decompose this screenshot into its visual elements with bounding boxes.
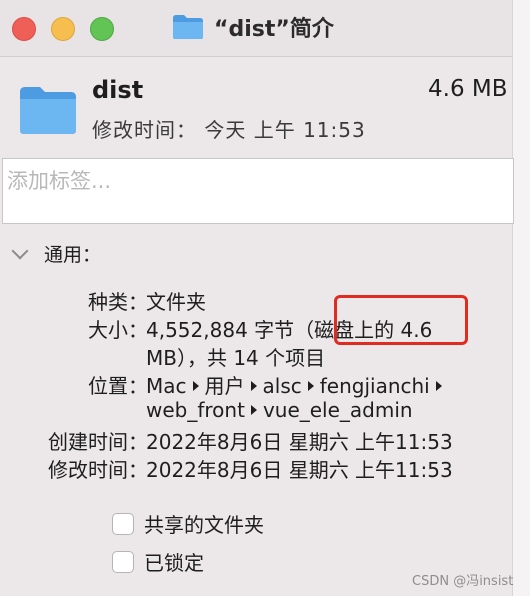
path-arrow-icon — [250, 381, 257, 391]
where-path-line1: Mac 用户 alsc fengjianchi — [146, 370, 448, 399]
shared-folder-option[interactable]: 共享的文件夹 — [112, 509, 264, 538]
folder-icon — [20, 87, 76, 134]
path-segment: web_front — [146, 398, 245, 422]
kind-label: 种类： — [88, 290, 148, 314]
tags-placeholder: 添加标签... — [7, 169, 112, 193]
modified-label: 修改时间： — [48, 458, 148, 482]
path-segment: alsc — [262, 374, 302, 398]
path-segment: Mac — [146, 374, 187, 398]
size-value-line2: MB），共 14 个项目 — [146, 346, 326, 370]
folder-icon — [173, 15, 203, 39]
watermark: CSDN @冯insist — [412, 574, 514, 589]
title-bar: “dist”简介 — [0, 0, 512, 57]
window-title-group: “dist”简介 — [172, 12, 334, 42]
locked-option[interactable]: 已锁定 — [112, 547, 204, 576]
kind-value: 文件夹 — [146, 290, 206, 314]
locked-checkbox[interactable] — [112, 550, 134, 573]
shared-folder-label: 共享的文件夹 — [144, 513, 264, 537]
modified-summary: 修改时间： 今天 上午 11:53 — [92, 118, 366, 142]
annotation-highlight-box — [334, 295, 468, 345]
size-label: 大小： — [88, 318, 148, 342]
path-segment: vue_ele_admin — [262, 398, 413, 422]
created-label: 创建时间： — [48, 430, 148, 454]
item-size: 4.6 MB — [428, 76, 508, 102]
item-name: dist — [92, 76, 144, 104]
modified-value: 2022年8月6日 星期六 上午11:53 — [146, 458, 453, 482]
zoom-button[interactable] — [90, 17, 114, 41]
where-label: 位置： — [88, 374, 148, 398]
path-segment: fengjianchi — [319, 374, 430, 398]
tags-field[interactable]: 添加标签... — [2, 158, 514, 224]
general-section-label: 通用： — [44, 244, 102, 266]
path-arrow-icon — [435, 381, 442, 391]
path-arrow-icon — [192, 381, 199, 391]
shared-folder-checkbox[interactable] — [112, 512, 134, 535]
chevron-down-icon — [11, 242, 29, 259]
window-title: “dist”简介 — [214, 17, 334, 42]
general-section-toggle[interactable]: 通用： — [10, 240, 101, 267]
locked-label: 已锁定 — [144, 551, 204, 575]
minimize-button[interactable] — [51, 17, 75, 41]
where-path-line2: web_front vue_ele_admin — [146, 398, 413, 422]
path-arrow-icon — [307, 381, 314, 391]
created-value: 2022年8月6日 星期六 上午11:53 — [146, 430, 453, 454]
path-segment: 用户 — [204, 374, 245, 398]
path-arrow-icon — [250, 405, 257, 415]
adjacent-window-edge — [512, 0, 530, 596]
close-button[interactable] — [12, 17, 36, 41]
